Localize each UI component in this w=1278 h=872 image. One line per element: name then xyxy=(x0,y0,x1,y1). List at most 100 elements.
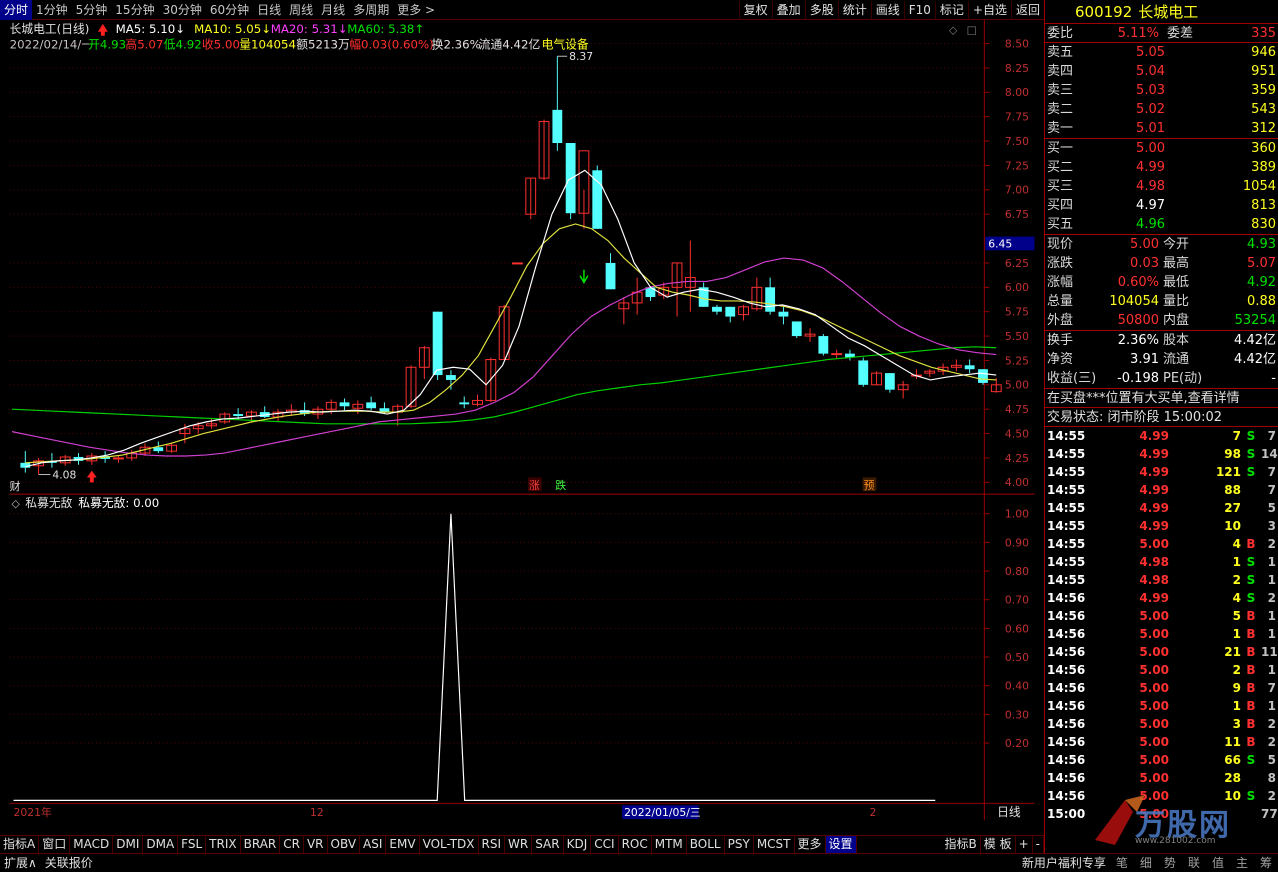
promo-link[interactable]: 新用户福利专享 xyxy=(1018,854,1110,872)
status-left-0[interactable]: 扩展∧ xyxy=(0,854,41,872)
finance-marker[interactable]: 财 xyxy=(10,480,21,493)
book-row[interactable]: 买三 4.98 1054 xyxy=(1045,177,1278,196)
tick-list[interactable]: 14:55 4.99 7 S 7 14:55 4.99 98 S 14 14:55 4.99 121 S 7… xyxy=(1045,427,1278,823)
indicator-tab-5[interactable]: FSL xyxy=(178,836,207,853)
indicator-tab-22[interactable]: PSY xyxy=(725,836,754,853)
indicator-tab-17[interactable]: KDJ xyxy=(564,836,592,853)
big-order-notice[interactable]: 在买盘***位置有大买单,查看详情 xyxy=(1045,389,1278,408)
toolbar-button-4[interactable]: 画线 xyxy=(870,0,904,19)
book-price: 4.97 xyxy=(1136,198,1165,213)
book-row[interactable]: 买二 4.99 389 xyxy=(1045,158,1278,177)
period-tab-10[interactable]: 更多 > xyxy=(393,0,439,20)
toolbar-button-1[interactable]: 叠加 xyxy=(771,0,805,19)
book-volume: 312 xyxy=(1251,121,1276,136)
book-row[interactable]: 买五 4.96 830 xyxy=(1045,215,1278,234)
indicator-toggle-icon[interactable]: ◇ xyxy=(12,497,21,510)
book-row[interactable]: 买四 4.97 813 xyxy=(1045,196,1278,215)
stat-label: 涨跌 xyxy=(1047,256,1074,271)
status-tool-4[interactable]: 值 xyxy=(1206,854,1230,872)
indicator-tab-0[interactable]: 指标A xyxy=(0,836,40,853)
tick-time: 14:56 xyxy=(1047,681,1086,695)
period-tab-0[interactable]: 分时 xyxy=(0,0,33,20)
period-label[interactable]: 日线 xyxy=(997,805,1021,819)
forecast-marker[interactable]: 预 xyxy=(864,479,875,492)
toolbar-button-0[interactable]: 复权 xyxy=(738,0,772,19)
indicator-tab-9[interactable]: VR xyxy=(304,836,328,853)
info-close: 收5.00 xyxy=(202,37,240,51)
tick-flag xyxy=(1241,499,1261,517)
indicator-tab-right-2[interactable]: + xyxy=(1016,836,1033,853)
indicator-tab-19[interactable]: ROC xyxy=(619,836,652,853)
limit-down-marker[interactable]: 跌 xyxy=(555,479,566,492)
indicator-tab-24[interactable]: 更多 xyxy=(795,836,826,853)
indicator-tab-2[interactable]: MACD xyxy=(70,836,114,853)
indicator-tab-10[interactable]: OBV xyxy=(328,836,361,853)
toolbar-button-6[interactable]: 标记 xyxy=(934,0,968,19)
toolbar-button-8[interactable]: 返回 xyxy=(1010,0,1044,19)
period-tab-3[interactable]: 15分钟 xyxy=(111,0,158,20)
book-row[interactable]: 卖二 5.02 543 xyxy=(1045,100,1278,119)
status-left-1[interactable]: 关联报价 xyxy=(41,854,97,872)
book-row[interactable]: 卖四 5.04 951 xyxy=(1045,62,1278,81)
book-row[interactable]: 买一 5.00 360 xyxy=(1045,139,1278,158)
square-icon[interactable]: □ xyxy=(967,24,977,37)
indicator-tab-15[interactable]: WR xyxy=(505,836,533,853)
book-row[interactable]: 卖五 5.05 946 xyxy=(1045,43,1278,62)
limit-up-marker[interactable]: 涨 xyxy=(529,479,540,492)
price-tick-label: 7.75 xyxy=(1005,111,1029,124)
period-tab-4[interactable]: 30分钟 xyxy=(159,0,206,20)
indicator-tab-20[interactable]: MTM xyxy=(652,836,687,853)
toolbar-button-7[interactable]: +自选 xyxy=(967,0,1011,19)
period-tab-6[interactable]: 日线 xyxy=(253,0,285,20)
current-price-label: 6.45 xyxy=(988,237,1012,250)
indicator-tab-7[interactable]: BRAR xyxy=(241,836,281,853)
status-tool-6[interactable]: 筹 xyxy=(1254,854,1278,872)
toolbar-button-3[interactable]: 统计 xyxy=(837,0,871,19)
indicator-tab-1[interactable]: 窗口 xyxy=(39,836,71,853)
indicator-tab-3[interactable]: DMI xyxy=(113,836,144,853)
indicator-tab-25[interactable]: 设置 xyxy=(825,836,857,853)
period-tab-9[interactable]: 多周期 xyxy=(349,0,393,20)
indicator-tab-23[interactable]: MCST xyxy=(754,836,795,853)
candle-body xyxy=(113,457,124,460)
indicator-tab-4[interactable]: DMA xyxy=(143,836,179,853)
status-tool-0[interactable]: 笔 xyxy=(1110,854,1134,872)
status-tool-5[interactable]: 主 xyxy=(1230,854,1254,872)
indicator-tab-16[interactable]: SAR xyxy=(532,836,564,853)
tick-flag: S xyxy=(1246,591,1256,605)
period-tab-2[interactable]: 5分钟 xyxy=(72,0,112,20)
status-tool-3[interactable]: 联 xyxy=(1182,854,1206,872)
toolbar-button-5[interactable]: F10 xyxy=(903,0,935,19)
tick-count: 8 xyxy=(1267,771,1276,785)
indicator-tab-12[interactable]: EMV xyxy=(386,836,420,853)
indicator-tab-13[interactable]: VOL-TDX xyxy=(420,836,479,853)
period-tab-7[interactable]: 周线 xyxy=(285,0,317,20)
indicator-tab-right-1[interactable]: 模 板 xyxy=(981,836,1016,853)
kline-chart-area[interactable]: 8.50 8.25 8.00 7.75 7.50 7.25 7.00 6.75 6.45 6.25… xyxy=(0,20,1044,820)
period-tab-5[interactable]: 60分钟 xyxy=(206,0,253,20)
period-tab-1[interactable]: 1分钟 xyxy=(32,0,72,20)
toolbar-button-2[interactable]: 多股 xyxy=(804,0,838,19)
period-tab-8[interactable]: 月线 xyxy=(317,0,349,20)
stat2-row: 净资 3.91 流通 4.42亿 xyxy=(1045,350,1278,369)
book-row[interactable]: 卖三 5.03 359 xyxy=(1045,81,1278,100)
status-tool-1[interactable]: 细 xyxy=(1134,854,1158,872)
diamond-icon[interactable]: ◇ xyxy=(949,24,958,37)
indicator-tab-14[interactable]: RSI xyxy=(479,836,506,853)
indicator-tab-11[interactable]: ASI xyxy=(360,836,387,853)
tick-time: 14:56 xyxy=(1047,699,1086,713)
info-amt: 额5213万 xyxy=(296,37,350,51)
indicator-tab-right-0[interactable]: 指标B xyxy=(942,836,981,853)
status-tool-2[interactable]: 势 xyxy=(1158,854,1182,872)
tick-price: 4.99 xyxy=(1139,501,1169,515)
indicator-tab-21[interactable]: BOLL xyxy=(687,836,725,853)
tick-flag: B xyxy=(1246,699,1256,713)
stat2-label-2: PE(动) xyxy=(1163,371,1203,386)
indicator-tab-6[interactable]: TRIX xyxy=(206,836,241,853)
indicator-tab-18[interactable]: CCI xyxy=(591,836,619,853)
notice-text[interactable]: 在买盘***位置有大买单,查看详情 xyxy=(1045,389,1240,407)
indicator-tab-8[interactable]: CR xyxy=(280,836,304,853)
price-tick-label: 8.50 xyxy=(1005,37,1029,50)
indicator-tab-right-3[interactable]: - xyxy=(1033,836,1044,853)
book-row[interactable]: 卖一 5.01 312 xyxy=(1045,119,1278,138)
